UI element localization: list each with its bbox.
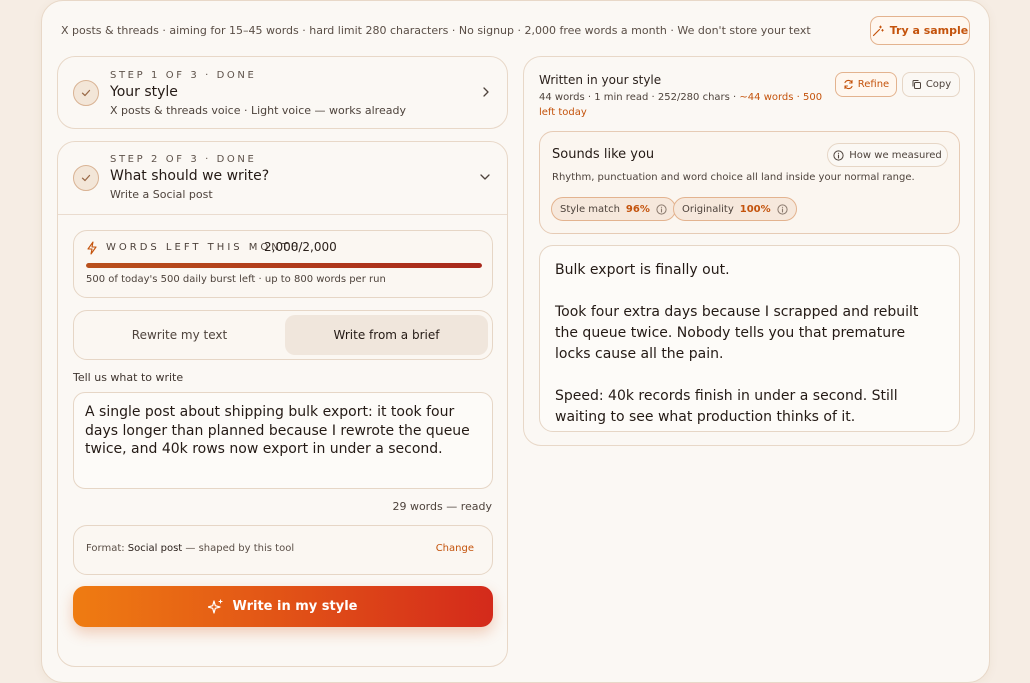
try-sample-label: Try a sample [889, 24, 969, 37]
result-card: Written in your style 44 words · 1 min r… [523, 56, 975, 446]
try-sample-button[interactable]: Try a sample [870, 16, 970, 45]
brief-input[interactable] [73, 392, 493, 489]
sparkles-icon [208, 598, 224, 615]
style-match-label: Style match [560, 203, 620, 215]
copy-label: Copy [925, 79, 952, 90]
format-prefix: Format: [86, 543, 125, 554]
sounds-like-you-panel: Sounds like you How we measured Rhythm, … [539, 131, 960, 234]
chevron-right-icon[interactable] [481, 86, 491, 98]
mode-rewrite-button[interactable]: Rewrite my text [78, 315, 281, 355]
post-paragraph: Bulk export is finally out. [555, 262, 730, 278]
quota-progress-bar [86, 263, 482, 268]
originality-label: Originality [682, 203, 734, 215]
info-icon[interactable] [656, 203, 667, 215]
check-icon [73, 165, 99, 191]
style-match-value: 96% [625, 203, 650, 215]
copy-icon [911, 79, 922, 90]
format-text: Format: Social post — shaped by this too… [86, 543, 294, 554]
info-icon[interactable] [777, 203, 788, 215]
step-1-title: Your style [110, 84, 178, 100]
originality-value: 100% [739, 203, 771, 215]
refine-label: Refine [857, 79, 890, 90]
step-1-subtitle: X posts & threads voice · Light voice — … [110, 104, 406, 117]
result-meta: 44 words · 1 min read · 252/280 chars · … [539, 90, 829, 120]
refine-button[interactable]: Refine [835, 72, 897, 97]
step-1-card[interactable]: STEP 1 OF 3 · DONE Your style X posts & … [57, 56, 508, 129]
refresh-icon [843, 79, 854, 90]
quota-count: 2,000/2,000 [264, 240, 337, 254]
magic-wand-icon [872, 25, 884, 37]
info-icon [833, 149, 844, 161]
post-paragraph: Took four extra days because I scrapped … [555, 304, 919, 362]
mode-switch: Rewrite my text Write from a brief [73, 310, 493, 360]
step-2-kicker: STEP 2 OF 3 · DONE [110, 154, 257, 165]
quota-note: 500 of today's 500 daily burst left · up… [86, 274, 386, 285]
format-name: Social post [127, 543, 183, 554]
step-2-title: What should we write? [110, 168, 270, 184]
word-quota-panel: WORDS LEFT THIS MONTH 2,000/2,000 500 of… [73, 230, 493, 298]
style-match-badge: Style match 96% [551, 197, 676, 221]
generated-post: Bulk export is finally out. Took four ex… [539, 245, 960, 432]
brief-word-status: 29 words — ready [392, 500, 492, 513]
quota-progress-fill [86, 263, 482, 268]
step-2-card: STEP 2 OF 3 · DONE What should we write?… [57, 141, 508, 667]
change-format-link[interactable]: Change [436, 543, 474, 554]
step-1-kicker: STEP 1 OF 3 · DONE [110, 70, 257, 81]
check-icon [73, 80, 99, 106]
result-title: Written in your style [539, 73, 662, 87]
tagline: X posts & threads · aiming for 15–45 wor… [61, 24, 811, 37]
result-meta-stats: 44 words · 1 min read · 252/280 chars · [539, 92, 737, 103]
format-suffix: — shaped by this tool [185, 543, 295, 554]
main-card: X posts & threads · aiming for 15–45 wor… [41, 0, 990, 683]
how-we-measured-button[interactable]: How we measured [827, 143, 948, 167]
brief-label: Tell us what to write [73, 371, 184, 384]
lightning-icon [86, 241, 98, 255]
write-in-style-button[interactable]: Write in my style [73, 586, 493, 627]
sounds-description: Rhythm, punctuation and word choice all … [552, 172, 915, 183]
step-2-subtitle: Write a Social post [110, 188, 213, 201]
originality-badge: Originality 100% [673, 197, 797, 221]
divider [58, 214, 507, 215]
sounds-title: Sounds like you [552, 147, 655, 162]
write-in-style-label: Write in my style [232, 599, 358, 614]
how-we-measured-label: How we measured [849, 149, 942, 161]
mode-brief-button[interactable]: Write from a brief [285, 315, 488, 355]
chevron-down-icon[interactable] [479, 172, 491, 182]
copy-button[interactable]: Copy [902, 72, 960, 97]
format-panel: Format: Social post — shaped by this too… [73, 525, 493, 575]
post-paragraph: Speed: 40k records finish in under a sec… [555, 388, 898, 425]
